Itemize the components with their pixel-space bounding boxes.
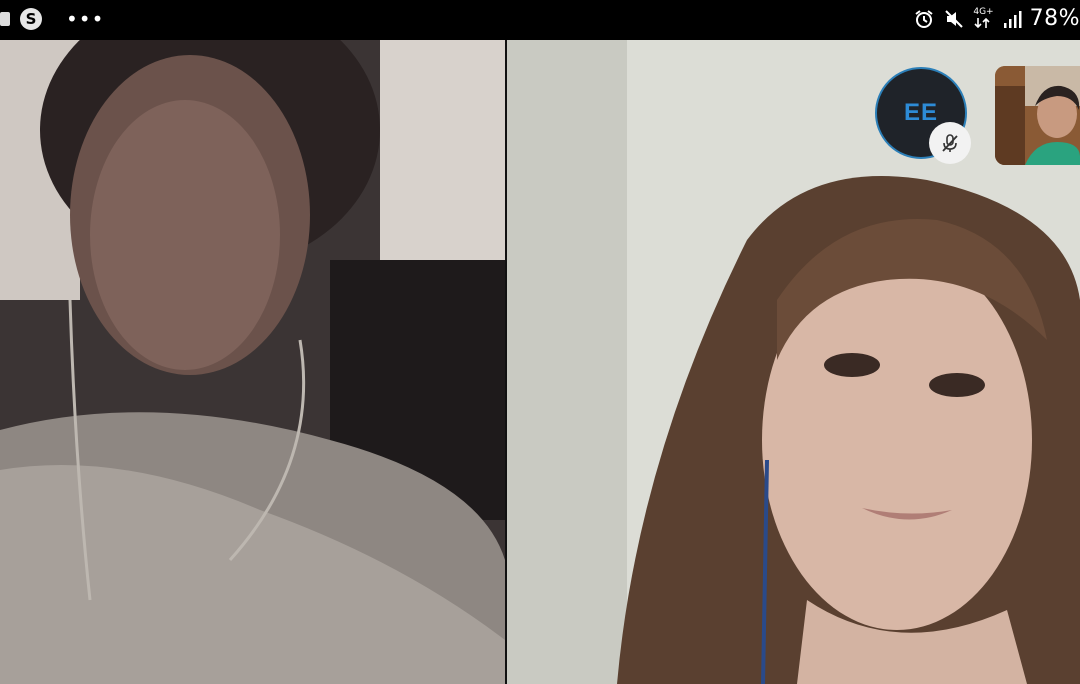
remote-video-frame-1 bbox=[0, 40, 505, 684]
battery-level: 78% bbox=[1029, 6, 1080, 31]
network-4g-icon: 4G+ bbox=[973, 7, 994, 29]
notification-icon bbox=[0, 12, 10, 26]
mic-off-icon bbox=[942, 134, 958, 152]
participant-initials: EE bbox=[903, 99, 938, 126]
mute-icon bbox=[943, 8, 965, 30]
status-bar: S ••• 4G+ 78% bbox=[0, 0, 1080, 40]
signal-icon bbox=[1002, 9, 1022, 29]
participant-muted-badge bbox=[931, 124, 969, 162]
status-bar-right: 4G+ 78% bbox=[913, 6, 1080, 31]
status-bar-left: S ••• bbox=[0, 8, 104, 30]
self-view-thumbnail[interactable] bbox=[995, 66, 1080, 165]
alarm-icon bbox=[913, 8, 935, 30]
skype-icon: S bbox=[20, 8, 42, 30]
network-label: 4G+ bbox=[973, 7, 994, 17]
self-view-frame bbox=[995, 66, 1080, 165]
remote-video-feed-1[interactable] bbox=[0, 40, 505, 684]
more-icon: ••• bbox=[66, 7, 105, 31]
